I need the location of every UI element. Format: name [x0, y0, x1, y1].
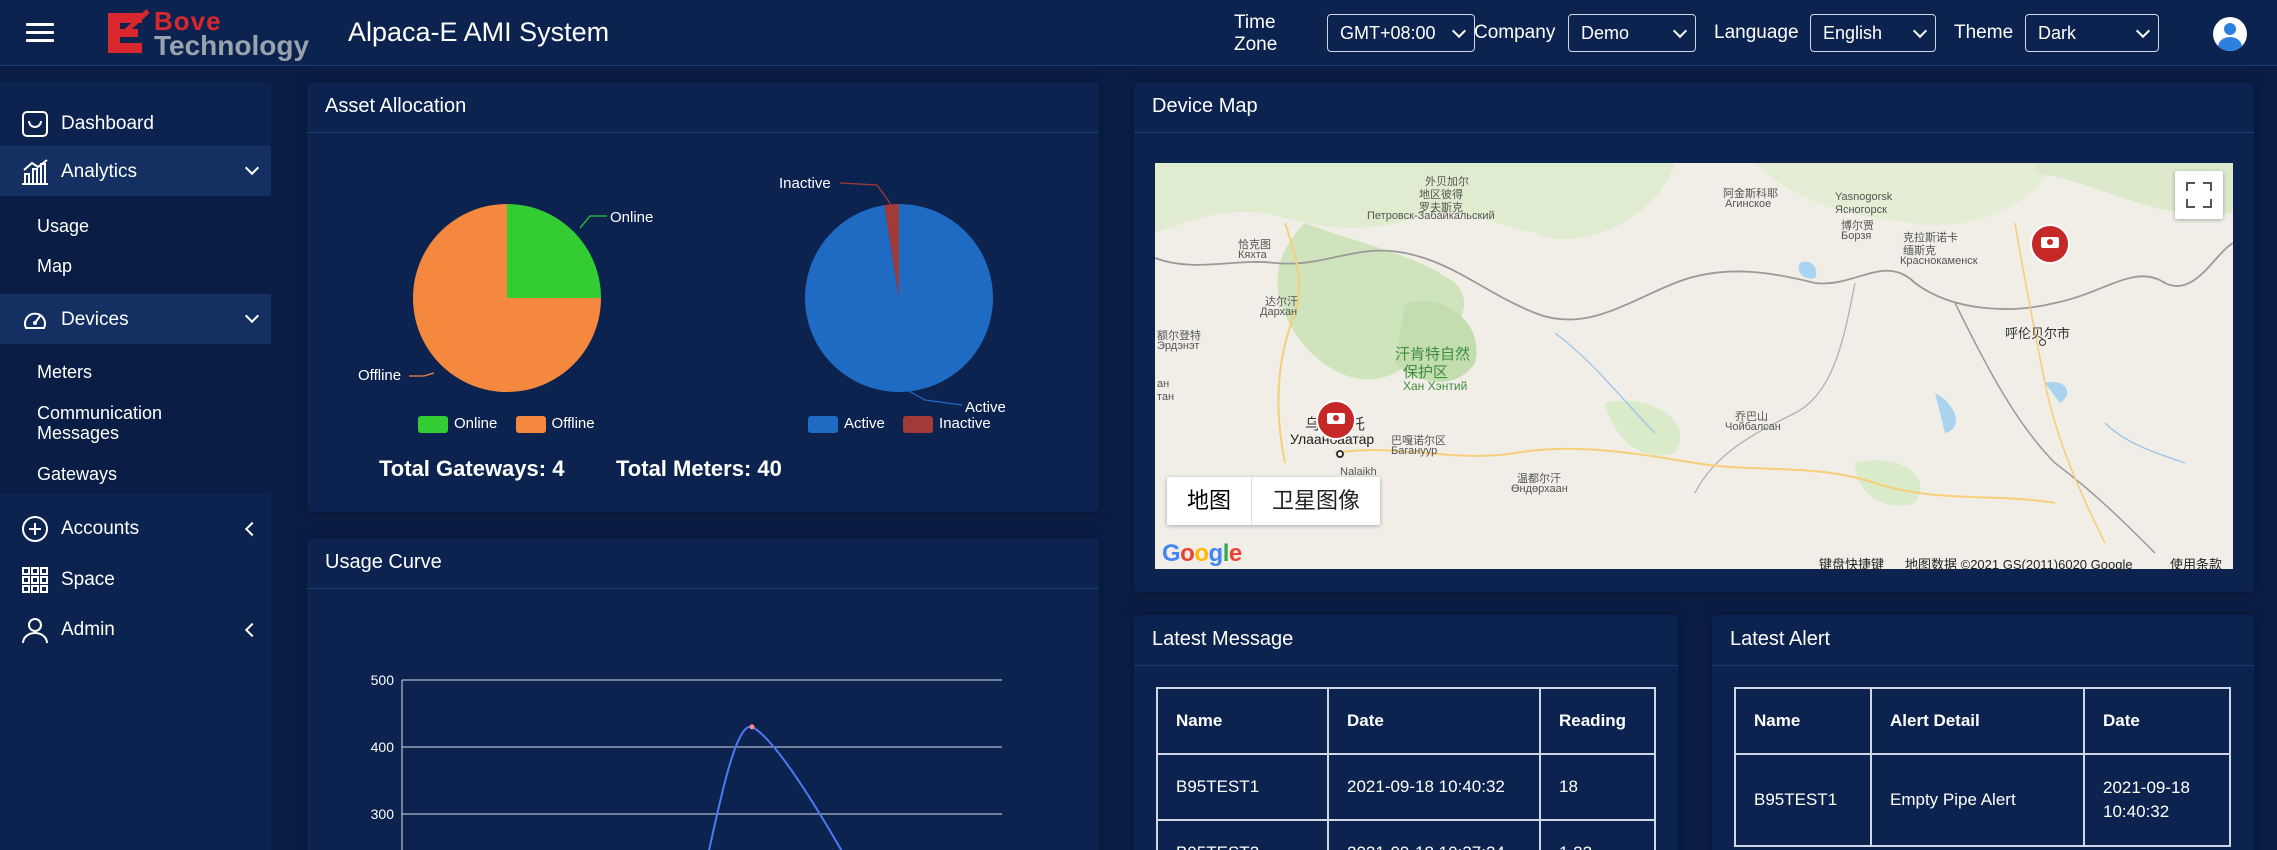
timezone-label: Time Zone: [1234, 12, 1278, 55]
map-data-attribution: 地图数据 ©2021 GS(2011)6020 Google: [1905, 557, 2133, 572]
language-select[interactable]: English: [1810, 14, 1936, 52]
chevron-left-icon: [244, 521, 260, 537]
latest-alert-table: Name Alert Detail Date B95TEST1 Empty Pi…: [1734, 687, 2231, 847]
y-tick-label: 300: [371, 806, 395, 822]
fullscreen-icon[interactable]: [2175, 171, 2223, 219]
chevron-down-icon: [244, 308, 260, 324]
language-label: Language: [1714, 22, 1799, 43]
theme-select[interactable]: Dark: [2025, 14, 2159, 52]
dashboard-icon: [22, 111, 48, 137]
chevron-down-icon: [1672, 23, 1688, 39]
city-marker-icon: [1336, 450, 1344, 458]
chevron-down-icon: [244, 160, 260, 176]
sidebar-item-label: Admin: [61, 619, 115, 640]
sidebar-item-analytics[interactable]: Analytics: [0, 146, 271, 196]
active-inactive-pie: [804, 204, 993, 392]
theme-label: Theme: [1954, 22, 2014, 43]
sidebar-item-map[interactable]: Map: [37, 256, 72, 276]
peak-point[interactable]: [749, 724, 755, 730]
sidebar-item-space[interactable]: Space: [0, 554, 271, 604]
sidebar-item-dashboard[interactable]: Dashboard: [0, 98, 271, 148]
device-pin-icon[interactable]: [1315, 399, 1357, 441]
pie-slice-online[interactable]: [507, 204, 601, 298]
sidebar-item-admin[interactable]: Admin: [0, 604, 271, 654]
sidebar: Dashboard Analytics Usage Map Devices Me…: [0, 82, 271, 850]
total-meters: Total Meters: 40: [616, 456, 782, 481]
table-row[interactable]: B95TEST2 2021-09-18 10:37:24 1.22: [1156, 819, 1656, 850]
card-title: Latest Message: [1152, 628, 1294, 650]
y-tick-label: 400: [371, 739, 395, 755]
inactive-label: Inactive: [779, 175, 831, 192]
analytics-submenu: Usage Map: [0, 196, 271, 294]
map-type-control: 地图 卫星图像: [1167, 477, 1381, 525]
devices-submenu: Meters Communication Messages Gateways: [0, 344, 271, 494]
sidebar-item-communication-messages[interactable]: Communication Messages: [37, 403, 162, 443]
top-header: Bove Technology Alpaca-E AMI System Time…: [0, 0, 2277, 66]
active-label: Active: [965, 399, 1006, 416]
devices-icon: [24, 312, 46, 329]
table-row[interactable]: B95TEST1 2021-09-18 10:40:32 18: [1156, 753, 1656, 821]
online-offline-pie: [413, 204, 601, 392]
table-header-row: Name Alert Detail Date: [1734, 687, 2231, 755]
usage-line: [708, 725, 843, 850]
card-title: Latest Alert: [1730, 628, 1831, 650]
usage-curve-chart: 500 400 300: [371, 672, 1002, 850]
legend-item-online[interactable]: Online: [418, 415, 497, 433]
column-header[interactable]: Alert Detail: [1870, 687, 2085, 755]
keyboard-shortcuts-link[interactable]: 键盘快捷键: [1819, 554, 1884, 573]
chevron-left-icon: [244, 622, 260, 638]
map-type-button[interactable]: 地图: [1167, 477, 1253, 525]
grid-icon: [22, 567, 48, 593]
chevron-down-icon: [2135, 23, 2151, 39]
company-logo: Bove Technology: [104, 6, 319, 61]
sidebar-item-devices[interactable]: Devices: [0, 294, 271, 344]
latest-message-table: Name Date Reading B95TEST1 2021-09-18 10…: [1156, 687, 1656, 850]
legend-item-offline[interactable]: Offline: [515, 415, 595, 433]
sidebar-item-usage[interactable]: Usage: [37, 216, 89, 236]
column-header[interactable]: Name: [1734, 687, 1872, 755]
offline-label: Offline: [358, 367, 401, 384]
card-title: Asset Allocation: [325, 95, 467, 117]
card-title: Device Map: [1152, 95, 1258, 117]
sidebar-item-label: Devices: [61, 309, 129, 330]
sidebar-item-gateways[interactable]: Gateways: [37, 464, 117, 484]
table-row[interactable]: B95TEST1 Empty Pipe Alert 2021-09-18 10:…: [1734, 753, 2231, 847]
timezone-select[interactable]: GMT+08:00: [1327, 14, 1475, 52]
company-label: Company: [1474, 22, 1556, 43]
sidebar-item-label: Accounts: [61, 518, 140, 539]
city-marker-icon: [2039, 339, 2046, 346]
app-title: Alpaca-E AMI System: [348, 17, 610, 47]
chevron-down-icon: [1451, 23, 1467, 39]
sidebar-item-label: Space: [61, 569, 115, 590]
column-header[interactable]: Reading: [1539, 687, 1656, 755]
legend-item-inactive[interactable]: Inactive: [903, 415, 991, 433]
add-circle-icon: [22, 516, 48, 542]
sidebar-item-label: Analytics: [61, 161, 138, 182]
satellite-type-button[interactable]: 卫星图像: [1252, 477, 1380, 525]
legend-item-active[interactable]: Active: [808, 415, 885, 433]
menu-icon[interactable]: [26, 23, 54, 43]
google-logo: Google: [1162, 540, 1242, 567]
sidebar-item-accounts[interactable]: Accounts: [0, 503, 271, 553]
sidebar-item-meters[interactable]: Meters: [37, 362, 92, 382]
column-header[interactable]: Date: [2083, 687, 2231, 755]
column-header[interactable]: Date: [1327, 687, 1541, 755]
analytics-icon: [22, 159, 48, 185]
sidebar-item-label: Dashboard: [61, 113, 154, 134]
pie2-legend: Active Inactive: [808, 415, 1005, 433]
total-gateways: Total Gateways: 4: [379, 456, 565, 481]
card-title: Usage Curve: [325, 551, 442, 573]
online-label: Online: [610, 209, 653, 226]
user-icon: [22, 618, 48, 644]
pie1-legend: Online Offline: [418, 415, 609, 433]
column-header[interactable]: Name: [1156, 687, 1329, 755]
user-avatar-icon[interactable]: [2213, 17, 2247, 51]
table-header-row: Name Date Reading: [1156, 687, 1656, 755]
company-select[interactable]: Demo: [1568, 14, 1696, 52]
chevron-down-icon: [1912, 23, 1928, 39]
terms-link[interactable]: 使用条款: [2170, 554, 2222, 573]
device-pin-icon[interactable]: [2029, 223, 2071, 265]
asset-pie-charts: Online Offline Inactive Active: [358, 175, 1006, 416]
y-tick-label: 500: [371, 672, 395, 688]
